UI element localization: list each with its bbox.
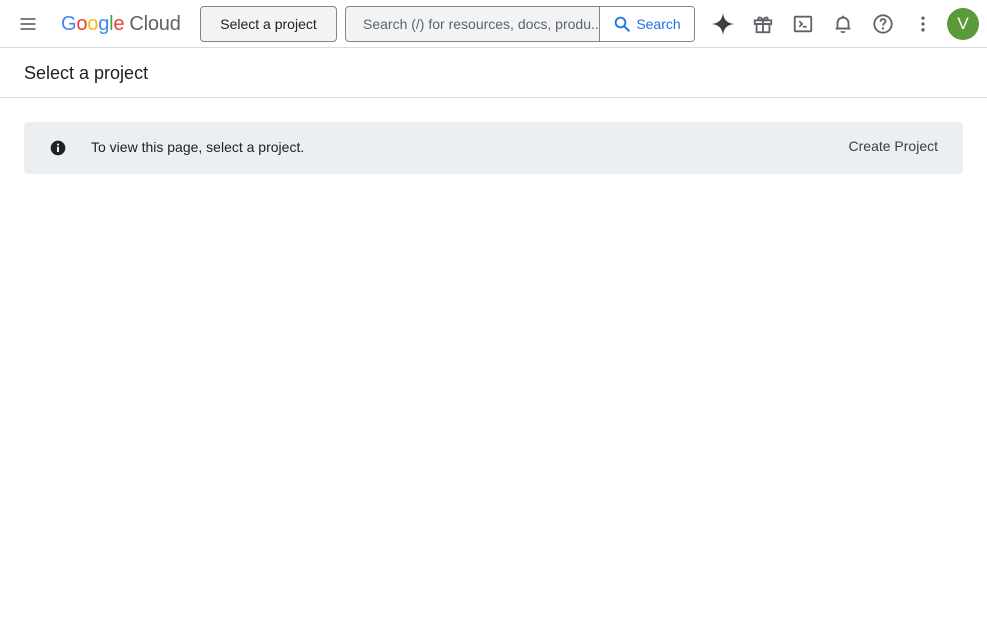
google-letter: e <box>113 12 125 35</box>
search-icon <box>615 16 631 32</box>
cloud-shell-button[interactable] <box>787 8 819 40</box>
search-input[interactable] <box>346 7 599 41</box>
google-letter: G <box>61 12 77 35</box>
more-vert-icon <box>921 16 925 32</box>
banner-message: To view this page, select a project. <box>91 139 305 155</box>
cloud-wordmark: Cloud <box>129 12 181 35</box>
menu-icon <box>20 18 36 30</box>
google-letter: o <box>87 12 99 35</box>
info-icon <box>50 140 66 156</box>
main-menu-button[interactable] <box>12 8 44 40</box>
google-letter: g <box>98 12 110 35</box>
search-bar: Search <box>345 6 695 42</box>
notifications-bell-icon <box>835 15 851 34</box>
gemini-sparkle-icon <box>712 13 734 35</box>
project-selector-button[interactable]: Select a project <box>200 6 337 42</box>
help-icon <box>873 14 893 34</box>
notifications-button[interactable] <box>827 8 859 40</box>
account-avatar[interactable]: V <box>947 8 979 40</box>
search-button-label: Search <box>636 16 681 32</box>
gift-button[interactable] <box>747 8 779 40</box>
google-letter: o <box>76 12 88 35</box>
google-wordmark: Google <box>61 12 125 36</box>
google-cloud-logo[interactable]: Google Cloud <box>61 11 181 37</box>
info-banner: To view this page, select a project. Cre… <box>24 122 963 174</box>
cloud-shell-icon <box>793 15 813 33</box>
gemini-button[interactable] <box>707 8 739 40</box>
page-title: Select a project <box>24 63 149 83</box>
page-header: Select a project <box>0 49 987 98</box>
create-project-button[interactable]: Create Project <box>849 138 938 154</box>
top-bar: Google Cloud Select a project Search (/)… <box>0 0 987 48</box>
help-button[interactable] <box>867 8 899 40</box>
gift-icon <box>753 16 773 34</box>
more-options-button[interactable] <box>907 8 939 40</box>
search-button[interactable]: Search <box>599 7 694 41</box>
